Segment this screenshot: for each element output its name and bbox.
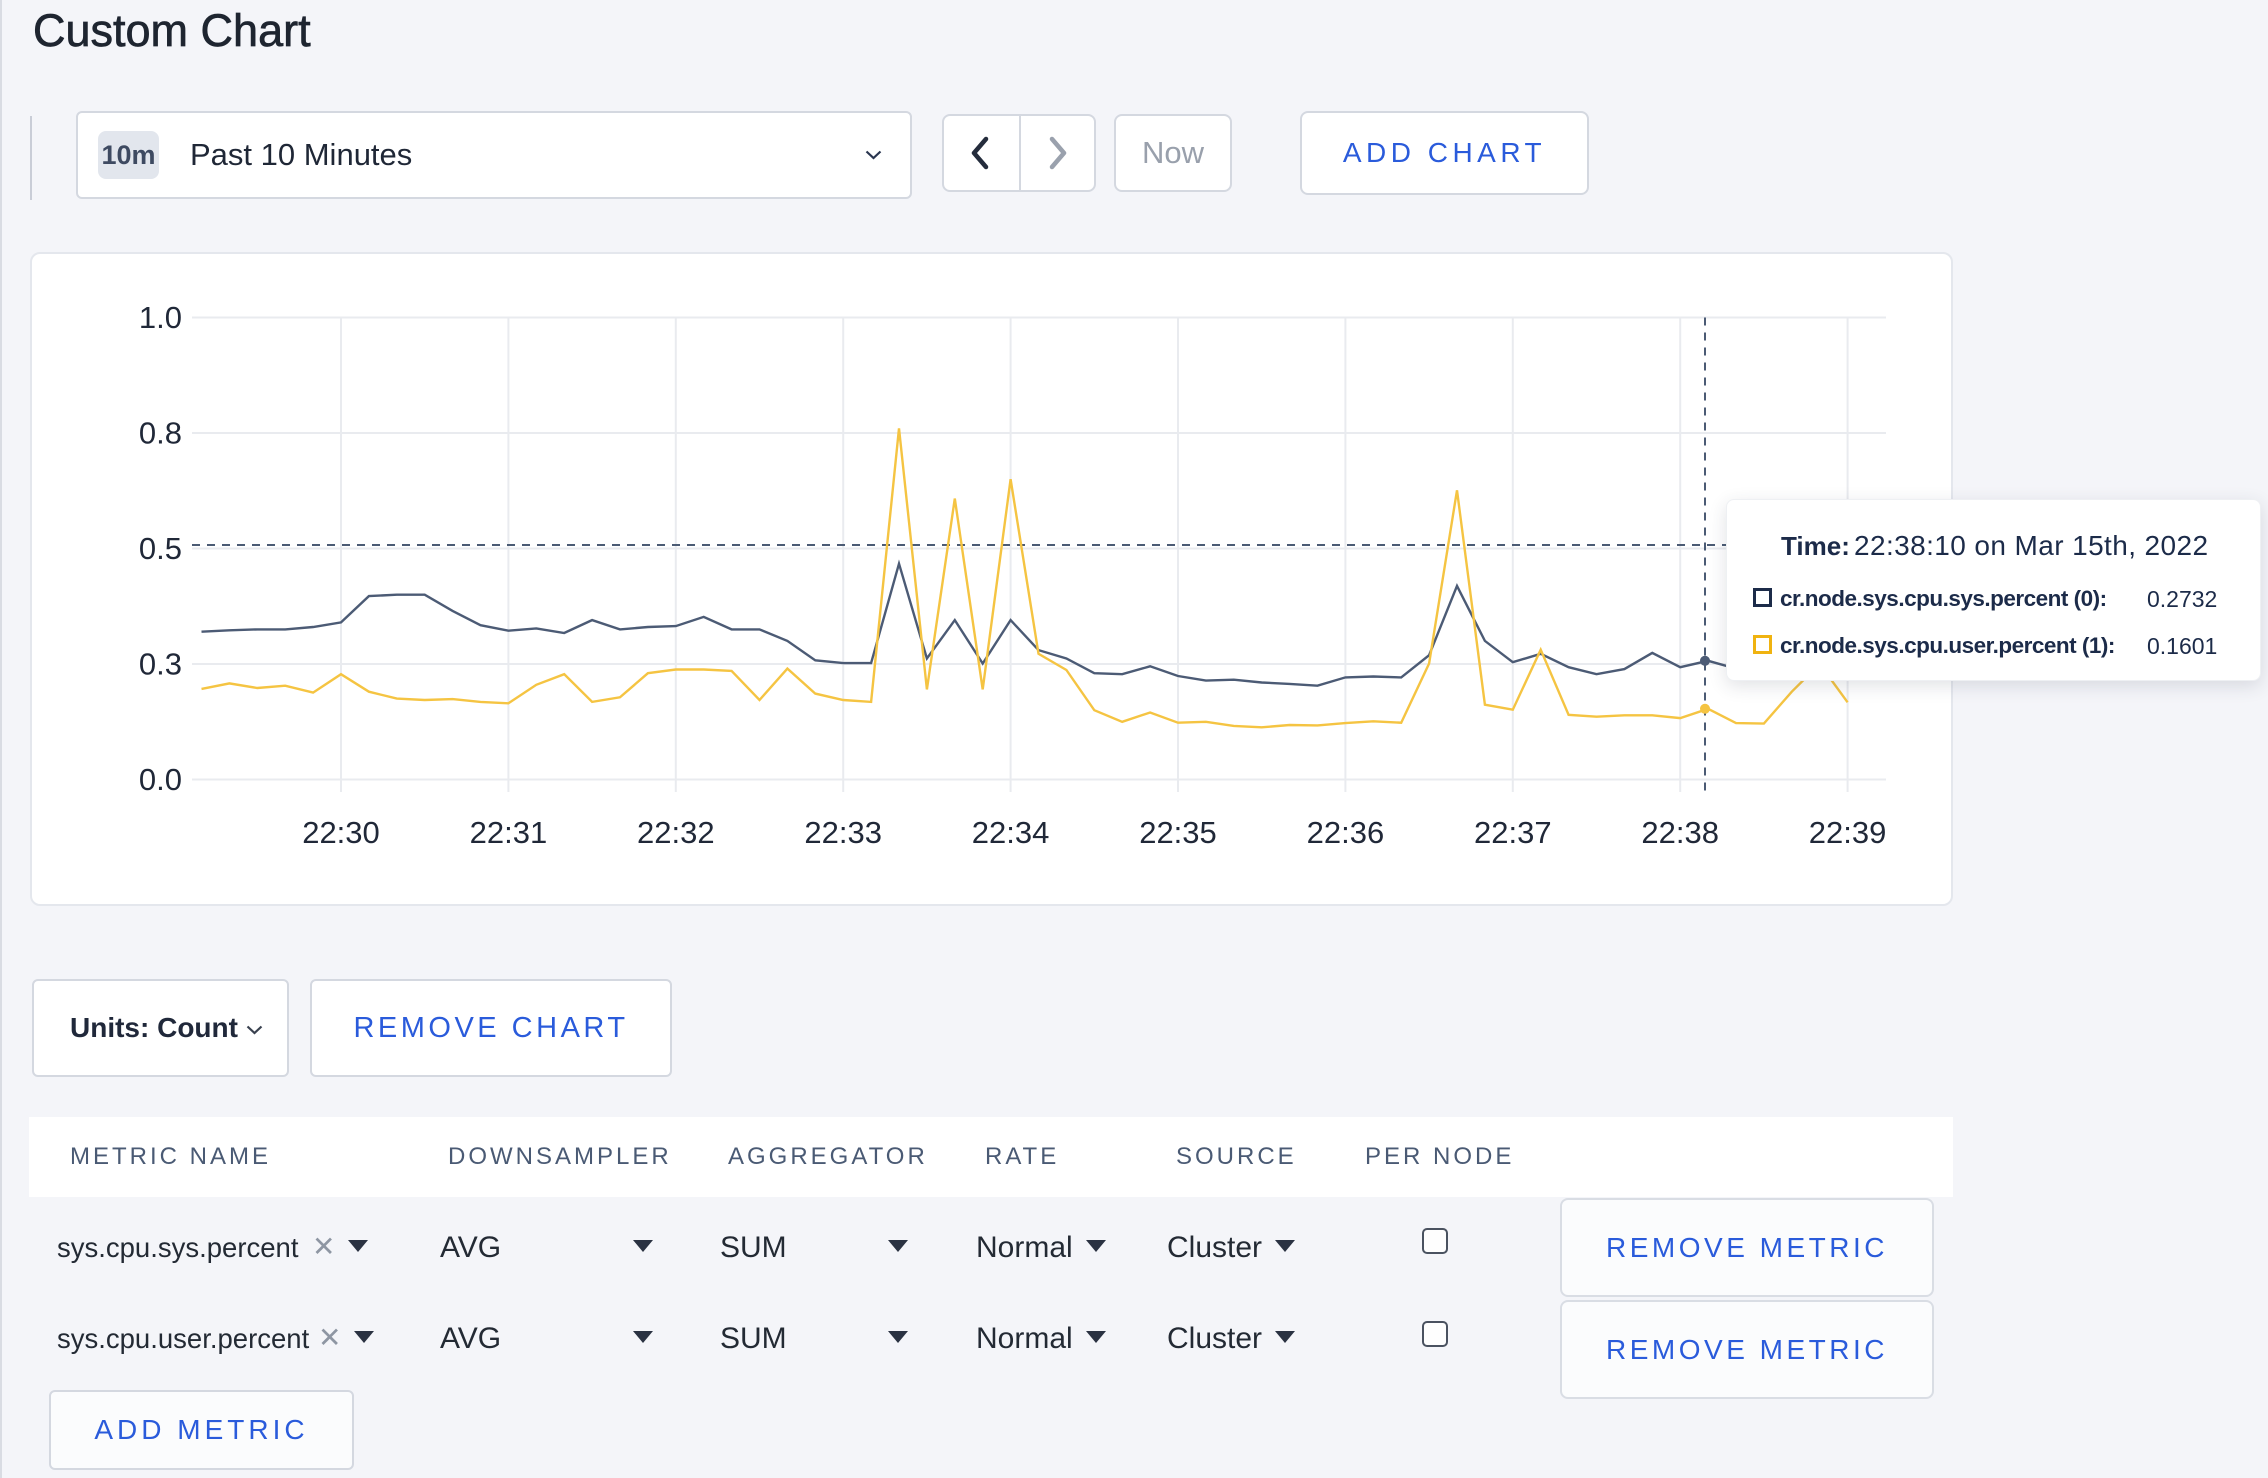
svg-text:22:33: 22:33 (804, 815, 882, 850)
svg-text:22:34: 22:34 (972, 815, 1050, 850)
svg-text:22:32: 22:32 (637, 815, 715, 850)
svg-text:0.0: 0.0 (139, 762, 182, 797)
svg-text:22:37: 22:37 (1474, 815, 1552, 850)
svg-text:22:39: 22:39 (1809, 815, 1887, 850)
svg-text:0.8: 0.8 (139, 416, 182, 451)
svg-text:1.0: 1.0 (139, 300, 182, 335)
svg-text:0.3: 0.3 (139, 647, 182, 682)
svg-text:22:35: 22:35 (1139, 815, 1217, 850)
svg-text:0.5: 0.5 (139, 531, 182, 566)
svg-text:22:30: 22:30 (302, 815, 380, 850)
svg-text:22:38: 22:38 (1641, 815, 1719, 850)
svg-text:22:31: 22:31 (470, 815, 548, 850)
svg-text:22:36: 22:36 (1307, 815, 1385, 850)
